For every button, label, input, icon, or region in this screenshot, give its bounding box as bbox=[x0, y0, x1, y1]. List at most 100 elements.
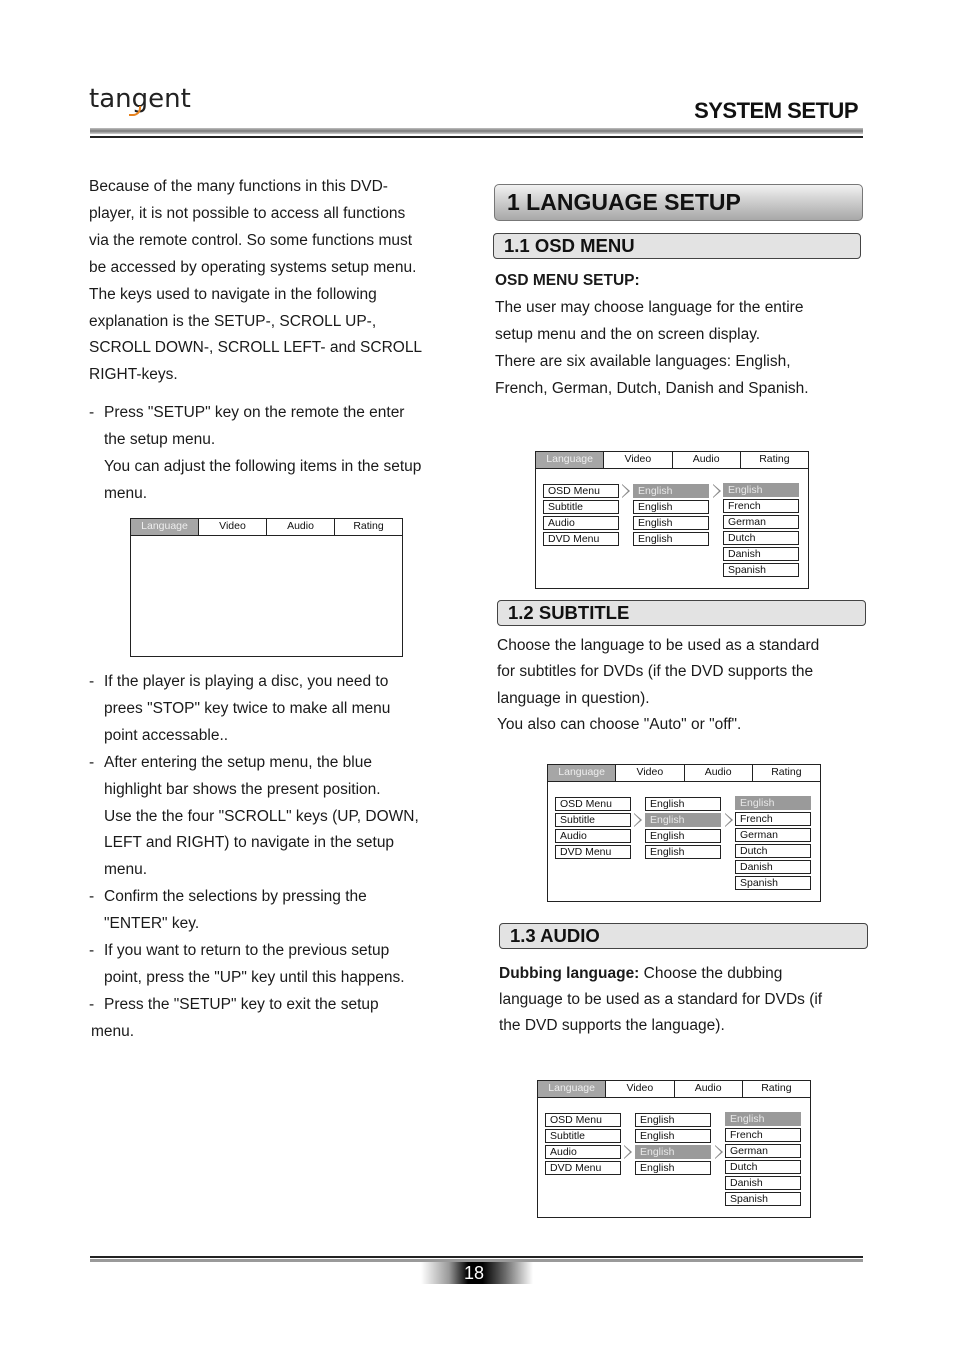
osd-menu-item[interactable]: Subtitle bbox=[543, 500, 619, 514]
instruction-bullet: - If you want to return to the previous … bbox=[89, 942, 405, 986]
osd-current-value[interactable]: English bbox=[645, 845, 721, 859]
chevron-right-icon bbox=[713, 484, 721, 498]
osd-current-value[interactable]: English bbox=[633, 516, 709, 530]
osd-tab-rating[interactable]: Rating bbox=[743, 1081, 810, 1097]
osd-menu-preview-subtitle: Language Video Audio Rating OSD Menu Sub… bbox=[547, 764, 821, 902]
osd-current-value[interactable]: English bbox=[645, 813, 721, 827]
osd-menu-item[interactable]: Audio bbox=[545, 1145, 621, 1159]
instruction-list: - If the player is playing a disc, you n… bbox=[89, 669, 474, 1046]
osd-tab-language[interactable]: Language bbox=[538, 1081, 607, 1097]
osd-language-option[interactable]: Danish bbox=[723, 547, 799, 561]
osd-language-option[interactable]: German bbox=[725, 1144, 801, 1158]
osd-tab-rating[interactable]: Rating bbox=[753, 765, 820, 781]
osd-current-value[interactable]: English bbox=[635, 1161, 711, 1175]
osd-menu-item[interactable]: DVD Menu bbox=[555, 845, 631, 859]
osd-current-value[interactable]: English bbox=[645, 797, 721, 811]
osd-tab-language[interactable]: Language bbox=[536, 452, 605, 468]
osd-current-value[interactable]: English bbox=[633, 532, 709, 546]
osd-current-value[interactable]: English bbox=[635, 1129, 711, 1143]
osd-language-option[interactable]: German bbox=[723, 515, 799, 529]
osd-tab-rating[interactable]: Rating bbox=[741, 452, 808, 468]
osd-language-option[interactable]: Spanish bbox=[735, 876, 811, 890]
osd-language-option-list: English French German Dutch Danish Spani… bbox=[735, 796, 811, 892]
osd-menu-preview-audio: Language Video Audio Rating OSD Menu Sub… bbox=[537, 1080, 811, 1218]
osd-tab-audio[interactable]: Audio bbox=[685, 765, 753, 781]
osd-menu-item[interactable]: DVD Menu bbox=[545, 1161, 621, 1175]
osd-language-option[interactable]: English bbox=[725, 1112, 801, 1126]
osd-menu-item-list: OSD Menu Subtitle Audio DVD Menu bbox=[545, 1113, 621, 1177]
chevron-right-icon bbox=[725, 813, 733, 827]
osd-language-option[interactable]: Danish bbox=[735, 860, 811, 874]
osd-menu-subheading: OSD MENU SETUP: bbox=[495, 272, 640, 289]
osd-tab-video[interactable]: Video bbox=[606, 1081, 675, 1097]
osd-language-option[interactable]: Danish bbox=[725, 1176, 801, 1190]
osd-language-option-list: English French German Dutch Danish Spani… bbox=[723, 483, 799, 579]
header-divider bbox=[90, 128, 863, 139]
dubbing-language-label: Dubbing language: bbox=[499, 965, 640, 982]
osd-tab-rating[interactable]: Rating bbox=[335, 519, 402, 535]
osd-current-value-list: English English English English bbox=[633, 484, 709, 548]
instruction-bullet: - Confirm the selections by pressing the… bbox=[89, 888, 367, 933]
osd-menu-item[interactable]: Subtitle bbox=[555, 813, 631, 827]
osd-menu-item[interactable]: Audio bbox=[555, 829, 631, 843]
audio-heading: 1.3 AUDIO bbox=[499, 923, 868, 949]
osd-tab-video[interactable]: Video bbox=[604, 452, 673, 468]
osd-language-option[interactable]: Dutch bbox=[723, 531, 799, 545]
osd-current-value-list: English English English English bbox=[635, 1113, 711, 1177]
osd-language-option[interactable]: Dutch bbox=[725, 1160, 801, 1174]
osd-language-option-list: English French German Dutch Danish Spani… bbox=[725, 1112, 801, 1208]
chevron-right-icon bbox=[715, 1145, 723, 1159]
osd-menu-item[interactable]: OSD Menu bbox=[543, 484, 619, 498]
osd-menu-heading: 1.1 OSD MENU bbox=[493, 233, 861, 259]
instruction-bullet: - After entering the setup menu, the blu… bbox=[89, 753, 419, 879]
osd-language-option[interactable]: French bbox=[725, 1128, 801, 1142]
chevron-right-icon bbox=[634, 813, 642, 827]
osd-menu-item[interactable]: Subtitle bbox=[545, 1129, 621, 1143]
osd-tab-bar: Language Video Audio Rating bbox=[548, 765, 820, 782]
osd-menu-item-list: OSD Menu Subtitle Audio DVD Menu bbox=[555, 797, 631, 861]
osd-tab-language[interactable]: Language bbox=[548, 765, 617, 781]
osd-tab-bar: Language Video Audio Rating bbox=[536, 452, 808, 469]
osd-tab-audio[interactable]: Audio bbox=[267, 519, 335, 535]
osd-language-option[interactable]: French bbox=[735, 812, 811, 826]
osd-menu-description: OSD MENU SETUP: The user may choose lang… bbox=[495, 268, 865, 403]
osd-current-value[interactable]: English bbox=[633, 484, 709, 498]
subtitle-description: Choose the language to be used as a stan… bbox=[497, 637, 820, 733]
osd-menu-item[interactable]: DVD Menu bbox=[543, 532, 619, 546]
osd-language-option[interactable]: German bbox=[735, 828, 811, 842]
brand-logo: tangent bbox=[89, 84, 191, 116]
osd-menu-item-list: OSD Menu Subtitle Audio DVD Menu bbox=[543, 484, 619, 548]
intro-paragraph: Because of the many functions in this DV… bbox=[89, 178, 423, 384]
osd-current-value[interactable]: English bbox=[635, 1145, 711, 1159]
logo-accent-swoosh-icon bbox=[129, 106, 141, 116]
osd-language-option[interactable]: French bbox=[723, 499, 799, 513]
osd-menu-item[interactable]: Audio bbox=[543, 516, 619, 530]
osd-language-option[interactable]: English bbox=[735, 796, 811, 810]
osd-tab-language[interactable]: Language bbox=[131, 519, 199, 535]
osd-tab-audio[interactable]: Audio bbox=[673, 452, 741, 468]
osd-tab-audio[interactable]: Audio bbox=[675, 1081, 743, 1097]
instruction-bullet: - Press the "SETUP" key to exit the setu… bbox=[89, 995, 379, 1013]
osd-language-option[interactable]: Dutch bbox=[735, 844, 811, 858]
subtitle-heading: 1.2 SUBTITLE bbox=[497, 600, 866, 626]
osd-menu-item[interactable]: OSD Menu bbox=[545, 1113, 621, 1127]
osd-current-value[interactable]: English bbox=[635, 1113, 711, 1127]
osd-current-value[interactable]: English bbox=[645, 829, 721, 843]
section-title: SYSTEM SETUP bbox=[694, 98, 858, 123]
page-number: 18 bbox=[421, 1262, 533, 1284]
instruction-bullet: - If the player is playing a disc, you n… bbox=[89, 673, 391, 744]
osd-language-option[interactable]: Spanish bbox=[723, 563, 799, 577]
chevron-right-icon bbox=[622, 484, 630, 498]
osd-tab-video[interactable]: Video bbox=[616, 765, 685, 781]
osd-current-value-list: English English English English bbox=[645, 797, 721, 861]
instruction-bullet: - Press "SETUP" key on the remote the en… bbox=[89, 404, 422, 502]
osd-language-option[interactable]: English bbox=[723, 483, 799, 497]
osd-menu-item[interactable]: OSD Menu bbox=[555, 797, 631, 811]
osd-tab-bar: Language Video Audio Rating bbox=[538, 1081, 810, 1098]
osd-language-option[interactable]: Spanish bbox=[725, 1192, 801, 1206]
chevron-right-icon bbox=[624, 1145, 632, 1159]
osd-current-value[interactable]: English bbox=[633, 500, 709, 514]
audio-description: Dubbing language: Choose the dubbing lan… bbox=[499, 965, 823, 1034]
osd-tab-bar: Language Video Audio Rating bbox=[131, 519, 402, 536]
osd-tab-video[interactable]: Video bbox=[199, 519, 267, 535]
